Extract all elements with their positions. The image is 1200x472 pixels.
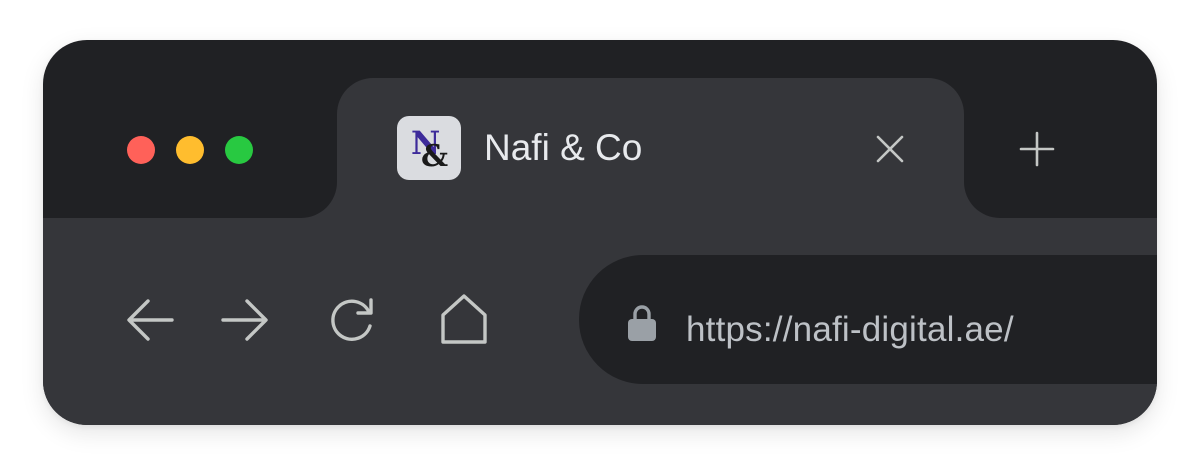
nafi-co-monogram-icon: N & [397, 116, 461, 180]
reload-icon[interactable] [327, 295, 377, 345]
window-close-button[interactable] [127, 136, 155, 164]
arrow-left-icon[interactable] [126, 295, 176, 345]
home-icon[interactable] [439, 293, 489, 345]
close-icon[interactable] [873, 132, 907, 166]
plus-icon[interactable] [1019, 131, 1055, 167]
tab-title: Nafi & Co [484, 127, 643, 168]
window-maximize-button[interactable] [225, 136, 253, 164]
tab-flare-left [301, 182, 337, 218]
tab-flare-right [964, 182, 1000, 218]
window-minimize-button[interactable] [176, 136, 204, 164]
browser-window: N & Nafi & Co https://nafi-digital.ae/ [43, 40, 1157, 425]
svg-text:&: & [421, 139, 448, 174]
url-text[interactable]: https://nafi-digital.ae/ [686, 308, 1014, 352]
arrow-right-icon[interactable] [219, 295, 269, 345]
lock-icon[interactable] [627, 303, 657, 343]
